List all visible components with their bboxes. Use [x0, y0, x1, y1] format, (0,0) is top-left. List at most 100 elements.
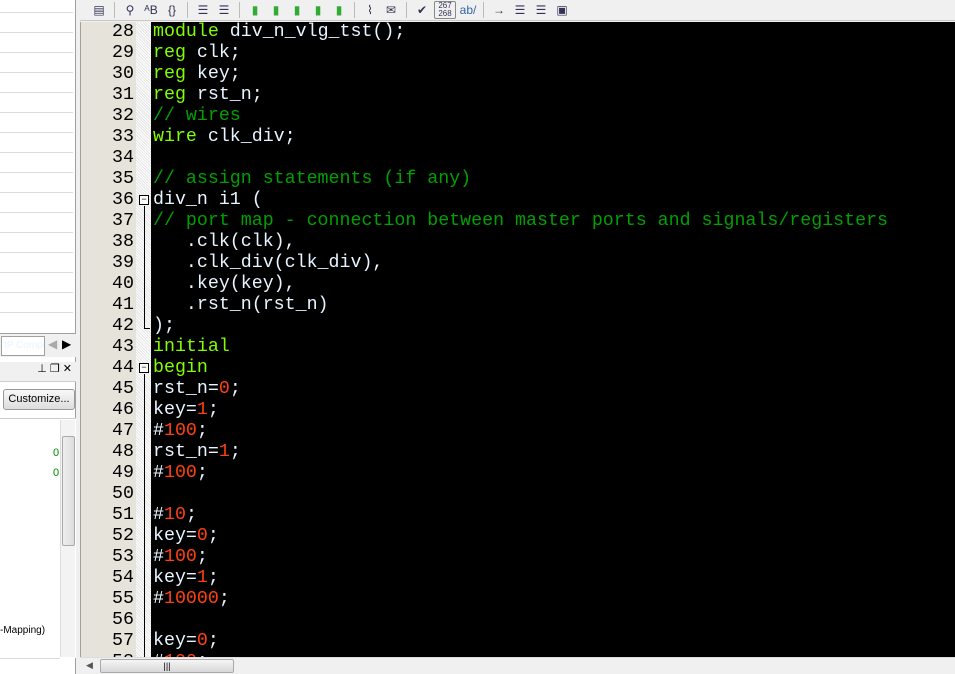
comment: // port map - connection between master …	[153, 211, 889, 231]
row-divider	[0, 152, 73, 153]
code-text: ;	[229, 379, 241, 399]
number: 0	[196, 526, 208, 546]
code-line: div_n i1 (	[153, 190, 263, 211]
code-text: rst_n;	[185, 85, 263, 105]
row-divider	[0, 92, 73, 93]
line-number: 50	[112, 484, 134, 504]
code-line: // wires	[153, 106, 241, 127]
code-text: #	[153, 547, 164, 567]
line-number: 37	[112, 211, 134, 231]
code-text: key=	[153, 400, 197, 420]
scroll-thumb[interactable]	[62, 436, 75, 546]
code-text: rst_n=	[153, 379, 219, 399]
row-divider	[0, 192, 73, 193]
unindent-icon[interactable]: ☰	[215, 1, 233, 19]
line-number: 55	[112, 589, 134, 609]
wrap-icon[interactable]: ab/	[459, 1, 477, 19]
grid-vertical-scrollbar[interactable]	[60, 420, 75, 657]
goto-icon[interactable]: →	[490, 1, 508, 19]
code-text: #	[153, 589, 164, 609]
checkmark-icon[interactable]: ✔	[413, 1, 431, 19]
code-line: #100;	[153, 421, 208, 442]
line-number: 40	[112, 274, 134, 294]
code-line: .key(key),	[153, 274, 296, 295]
code-line: key=1;	[153, 568, 219, 589]
find-icon[interactable]: ⚲	[121, 1, 139, 19]
code-line: key=0;	[153, 631, 219, 652]
pin-icon[interactable]: ⊥	[37, 363, 47, 375]
toolbar-separator	[187, 2, 188, 18]
row-divider	[0, 12, 73, 13]
code-text: div_n_vlg_tst();	[218, 22, 406, 42]
window-icon[interactable]: ▣	[553, 1, 571, 19]
delete-bookmark-icon[interactable]: ▮	[309, 1, 327, 19]
line-number: 54	[112, 568, 134, 588]
code-text: .rst_n(rst_n)	[153, 295, 329, 315]
brace-match-icon[interactable]: {}	[163, 1, 181, 19]
number: 1	[196, 400, 208, 420]
bookmark-icon[interactable]: ▮	[246, 1, 264, 19]
code-line: reg clk;	[153, 43, 241, 64]
number: 100	[163, 547, 197, 567]
line-number: 56	[112, 610, 134, 630]
code-text: ;	[207, 568, 219, 588]
fold-toggle-icon[interactable]: −	[139, 363, 149, 373]
customize-button[interactable]: Customize...	[3, 389, 75, 410]
code-text: key=	[153, 631, 197, 651]
row-divider	[0, 312, 73, 313]
line-number: 51	[112, 505, 134, 525]
scroll-thumb[interactable]: |||	[100, 659, 234, 673]
code-text: div_n i1 (	[153, 190, 263, 210]
tab-scroll-left-icon[interactable]: ◀	[48, 337, 57, 351]
outline2-icon[interactable]: ☰	[532, 1, 550, 19]
code-text: .key(key),	[153, 274, 296, 294]
horizontal-scrollbar[interactable]: ◀ |||	[80, 657, 955, 674]
number: 0	[196, 631, 208, 651]
keyword: wire	[153, 127, 197, 147]
row-divider	[0, 72, 73, 73]
tab-ip-components[interactable]: IP Compo	[1, 336, 45, 356]
fold-toggle-icon[interactable]: −	[139, 195, 149, 205]
grid-value: 0	[53, 447, 60, 459]
line-number: 33	[112, 127, 134, 147]
line-number: 52	[112, 526, 134, 546]
code-line: .rst_n(rst_n)	[153, 295, 329, 316]
line-number: 39	[112, 253, 134, 273]
attach-icon[interactable]: ⌇	[361, 1, 379, 19]
comment: // assign statements (if any)	[153, 169, 472, 189]
line-number: 31	[112, 85, 134, 105]
toolbar-separator	[114, 2, 115, 18]
code-text: ;	[207, 400, 219, 420]
code-text: ;	[229, 442, 241, 462]
line-number: 30	[112, 64, 134, 84]
toolbar-separator	[483, 2, 484, 18]
line-numbers-icon[interactable]: 267 268	[434, 1, 456, 19]
keyword: reg	[153, 43, 186, 63]
number: 0	[218, 379, 230, 399]
next-bookmark-icon[interactable]: ▮	[267, 1, 285, 19]
tab-scroll-right-icon[interactable]: ▶	[62, 337, 71, 351]
clear-bookmarks-icon[interactable]: ▮	[330, 1, 348, 19]
line-number: 35	[112, 169, 134, 189]
code-text: #	[153, 463, 164, 483]
code-text: key=	[153, 526, 197, 546]
restore-icon[interactable]: ❐	[50, 363, 60, 375]
code-editor[interactable]: module div_n_vlg_tst(); reg clk; reg key; r…	[151, 22, 955, 657]
indent-icon[interactable]: ☰	[194, 1, 212, 19]
line-number: 47	[112, 421, 134, 441]
code-text: key=	[153, 568, 197, 588]
outline-icon[interactable]: ☰	[511, 1, 529, 19]
prev-bookmark-icon[interactable]: ▮	[288, 1, 306, 19]
code-text: ;	[196, 463, 208, 483]
code-text: clk_div;	[196, 127, 296, 147]
row-divider	[0, 112, 73, 113]
line-number: 49	[112, 463, 134, 483]
scroll-left-icon[interactable]: ◀	[86, 660, 93, 671]
replace-icon[interactable]: ᴬB	[142, 1, 160, 19]
row-divider	[0, 272, 73, 273]
close-icon[interactable]: ✕	[63, 363, 72, 375]
scroll-icon[interactable]: ✉	[382, 1, 400, 19]
line-number: 38	[112, 232, 134, 252]
code-text: ;	[196, 547, 208, 567]
insert-template-icon[interactable]: ▤	[90, 1, 108, 19]
